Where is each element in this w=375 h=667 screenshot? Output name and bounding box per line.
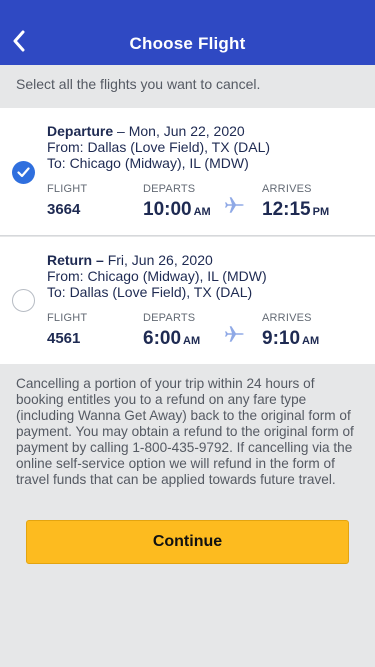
- flight-card-return[interactable]: Return – Fri, Jun 26, 2020 From: Chicago…: [0, 237, 375, 364]
- trip-info: Return – Fri, Jun 26, 2020 From: Chicago…: [47, 252, 267, 300]
- arrives-time: 9:10: [262, 328, 301, 349]
- instruction-text: Select all the flights you want to cance…: [0, 65, 375, 108]
- trip-kind: Return: [47, 252, 93, 268]
- flight-number: 3664: [47, 201, 81, 218]
- trip-title: Departure – Mon, Jun 22, 2020: [47, 123, 270, 139]
- airplane-icon: [225, 326, 244, 342]
- trip-separator: –: [113, 123, 129, 139]
- departs-time: 6:00: [143, 328, 182, 349]
- flight-number: 4561: [47, 330, 81, 347]
- departs-time-group: 6:00 AM: [143, 328, 200, 350]
- trip-from: From: Chicago (Midway), IL (MDW): [47, 268, 267, 284]
- departs-time: 10:00: [143, 199, 192, 220]
- arrives-time: 12:15: [262, 199, 311, 220]
- arrives-time-group: 9:10 AM: [262, 328, 319, 350]
- arrives-time-group: 12:15 PM: [262, 199, 329, 221]
- trip-kind: Departure: [47, 123, 114, 139]
- departs-time-group: 10:00 AM: [143, 199, 211, 221]
- continue-button[interactable]: Continue: [26, 520, 349, 564]
- trip-date: Mon, Jun 22, 2020: [128, 123, 245, 139]
- departure-select-radio[interactable]: [12, 161, 35, 184]
- flight-label: FLIGHT: [47, 183, 88, 195]
- app-header: Choose Flight: [0, 0, 375, 65]
- checkmark-icon: [17, 167, 30, 178]
- trip-title: Return – Fri, Jun 26, 2020: [47, 252, 267, 268]
- flight-label: FLIGHT: [47, 312, 88, 324]
- departs-label: DEPARTS: [143, 183, 196, 195]
- departs-ampm: AM: [193, 206, 211, 218]
- trip-to: To: Dallas (Love Field), TX (DAL): [47, 284, 253, 300]
- flight-details: FLIGHT 3664 DEPARTS 10:00 AM ARRIVES 12:1…: [47, 183, 367, 223]
- arrives-ampm: PM: [312, 206, 330, 218]
- page-title: Choose Flight: [129, 33, 246, 53]
- trip-date: Fri, Jun 26, 2020: [107, 252, 213, 268]
- departs-ampm: AM: [183, 335, 201, 347]
- departs-label: DEPARTS: [143, 312, 196, 324]
- chevron-left-icon: [13, 30, 25, 52]
- back-button[interactable]: [6, 26, 32, 56]
- return-select-radio[interactable]: [12, 289, 35, 312]
- refund-disclaimer: Cancelling a portion of your trip within…: [16, 376, 354, 487]
- airplane-icon: [225, 197, 244, 213]
- trip-info: Departure – Mon, Jun 22, 2020 From: Dall…: [47, 123, 270, 171]
- flight-details: FLIGHT 4561 DEPARTS 6:00 AM ARRIVES 9:10 A…: [47, 312, 367, 352]
- trip-separator: –: [92, 252, 108, 268]
- arrives-ampm: AM: [302, 335, 320, 347]
- trip-from: From: Dallas (Love Field), TX (DAL): [47, 139, 271, 155]
- arrives-label: ARRIVES: [262, 312, 312, 324]
- flight-card-departure[interactable]: Departure – Mon, Jun 22, 2020 From: Dall…: [0, 108, 375, 236]
- arrives-label: ARRIVES: [262, 183, 312, 195]
- trip-to: To: Chicago (Midway), IL (MDW): [47, 155, 249, 171]
